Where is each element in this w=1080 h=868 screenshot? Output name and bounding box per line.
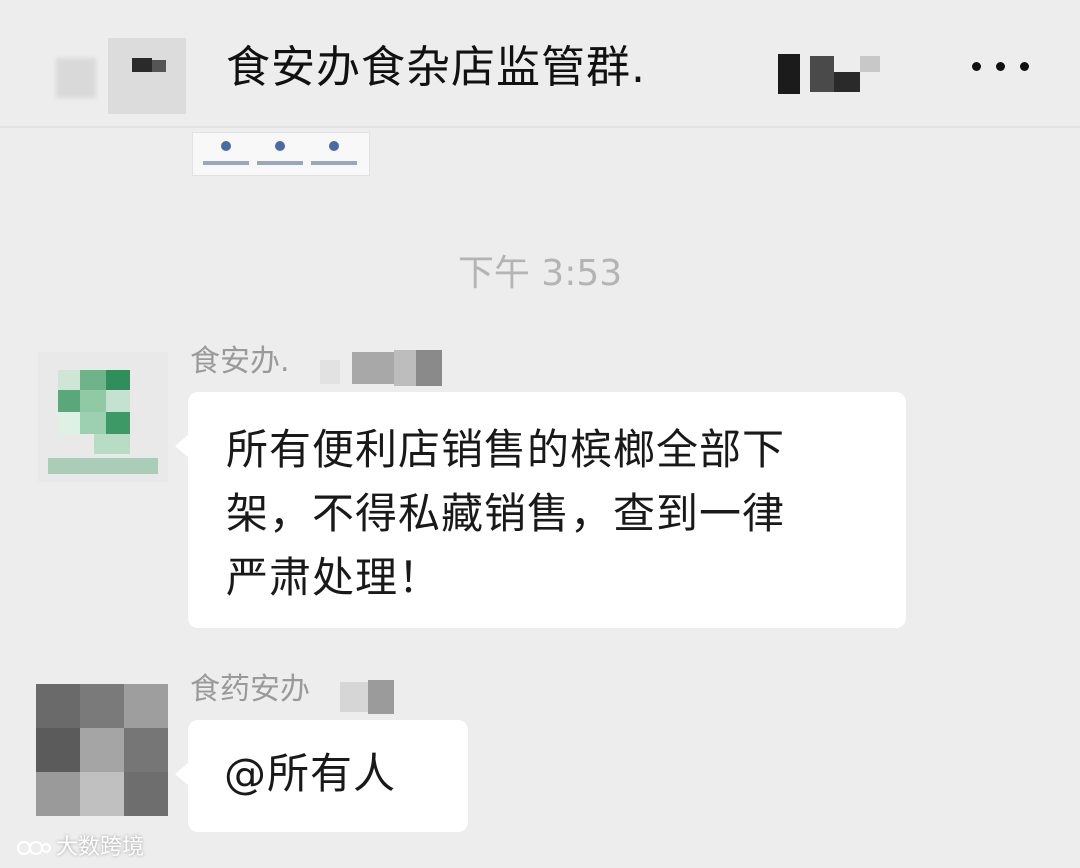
sender-avatar[interactable] xyxy=(38,352,168,482)
group-avatar[interactable] xyxy=(108,38,186,114)
watermark-logo-icon xyxy=(17,841,51,855)
message-text-line: @所有人 xyxy=(224,749,397,798)
shortcut-item[interactable] xyxy=(309,139,359,171)
chat-title[interactable]: 食安办食杂店监管群. xyxy=(226,38,646,98)
message-timestamp: 下午 3:53 xyxy=(457,253,623,294)
message-text-line: 严肃处理！ xyxy=(226,553,442,602)
more-dots-icon[interactable] xyxy=(968,50,1034,84)
redacted-sender-suffix xyxy=(320,348,470,388)
message-text-line: 架，不得私藏销售，查到一律 xyxy=(226,489,786,538)
sender-name: 食药安办 xyxy=(190,672,310,707)
chat-screen: 食安办食杂店监管群. 下午 3:53 食安办. 所有便利店销售的槟榔全部下 架，… xyxy=(0,0,1080,868)
watermark-text: 大数跨境 xyxy=(56,835,145,860)
sender-avatar[interactable] xyxy=(36,684,168,816)
shortcut-item[interactable] xyxy=(255,139,305,171)
message-text-line: 所有便利店销售的槟榔全部下 xyxy=(226,425,786,474)
shortcut-item[interactable] xyxy=(201,139,251,171)
pinned-shortcuts[interactable] xyxy=(192,132,370,176)
redacted-sender-suffix xyxy=(330,676,430,716)
watermark: 大数跨境 xyxy=(16,832,144,864)
sender-name: 食安办. xyxy=(190,344,290,379)
redacted-title-suffix xyxy=(770,50,890,94)
message-bubble[interactable]: 所有便利店销售的槟榔全部下 架，不得私藏销售，查到一律 严肃处理！ xyxy=(175,392,906,628)
back-button[interactable] xyxy=(56,58,96,98)
message-bubble[interactable]: @所有人 xyxy=(175,720,468,832)
chat-header: 食安办食杂店监管群. xyxy=(0,0,1080,128)
